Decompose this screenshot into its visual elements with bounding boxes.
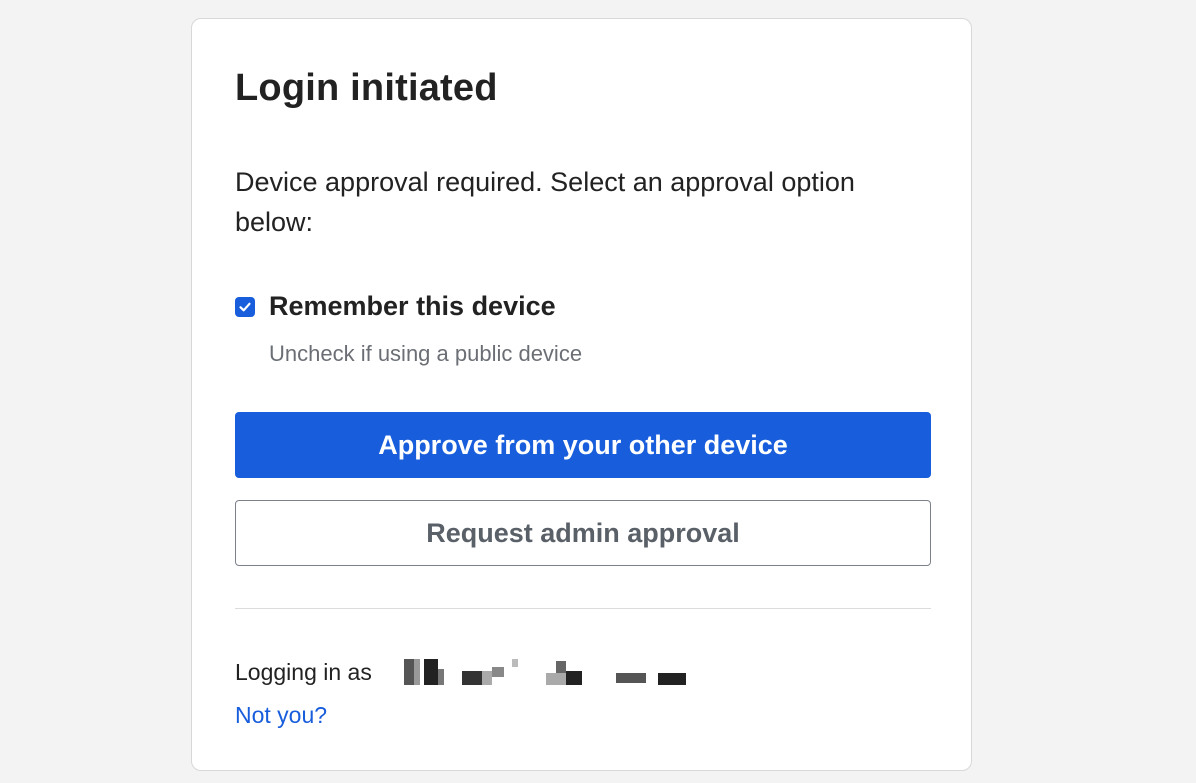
not-you-link[interactable]: Not you? xyxy=(235,702,327,729)
login-card: Login initiated Device approval required… xyxy=(191,18,972,771)
divider xyxy=(235,608,931,609)
remember-device-hint: Uncheck if using a public device xyxy=(269,341,583,366)
logging-in-as-label: Logging in as xyxy=(235,658,372,685)
request-admin-approval-button[interactable]: Request admin approval xyxy=(235,500,931,566)
redacted-email xyxy=(403,657,694,687)
approve-other-device-button[interactable]: Approve from your other device xyxy=(235,412,931,478)
page-title: Login initiated xyxy=(235,67,498,109)
remember-device-label: Remember this device xyxy=(269,291,556,321)
logging-in-as-row: Logging in as xyxy=(235,657,694,687)
approval-description: Device approval required. Select an appr… xyxy=(235,167,855,237)
remember-device-checkbox[interactable] xyxy=(235,296,255,317)
checkmark-icon xyxy=(239,302,251,311)
remember-device-option[interactable]: Remember this device xyxy=(235,291,556,322)
